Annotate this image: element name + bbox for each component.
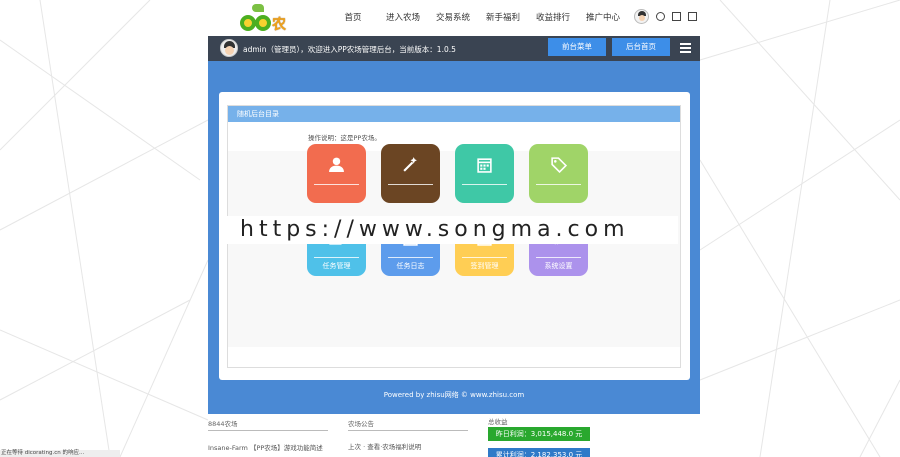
logout-icon[interactable]	[688, 12, 697, 21]
tile-divider	[536, 184, 581, 185]
total-profit-badge[interactable]: 累计利润：2,182,353.0 元	[488, 448, 590, 457]
nav-links: 首页 进入农场 交易系统 新手福利 收益排行 推广中心	[328, 11, 628, 23]
nav-link-ranking[interactable]: 收益排行	[528, 11, 578, 23]
logo[interactable]: 农场	[238, 4, 298, 53]
logo-ring-icon	[240, 15, 256, 31]
backend-home-button[interactable]: 后台首页	[612, 38, 670, 56]
powered-by-footer: Powered by zhisu网络 © www.zhisu.com	[383, 391, 525, 399]
tile-divider	[462, 257, 507, 258]
logo-ring-icon	[255, 15, 271, 31]
user-icon	[329, 157, 344, 172]
divider	[208, 430, 328, 431]
admin-avatar-icon	[220, 39, 238, 57]
browser-status-bar: 正在等待 dicorating.cn 的响应...	[0, 450, 120, 457]
tile-divider	[314, 184, 359, 185]
magic-wand-icon	[403, 157, 417, 172]
nav-link-promotion[interactable]: 推广中心	[578, 11, 628, 23]
card-note: 操作说明：这是PP农场。	[308, 134, 381, 142]
calendar-icon	[477, 158, 492, 173]
welcome-text: admin（管理员），欢迎进入PP农场管理后台，当前版本：1.0.5	[243, 45, 456, 54]
tile-divider	[388, 257, 433, 258]
nav-link-trade[interactable]: 交易系统	[428, 11, 478, 23]
tile-divider	[462, 184, 507, 185]
tile-calendar[interactable]	[455, 144, 514, 203]
yesterday-profit-badge[interactable]: 昨日利润：3,015,448.0 元	[488, 427, 590, 441]
tile-user[interactable]	[307, 144, 366, 203]
col2-text[interactable]: 上次 · 查看·农场福利说明	[348, 441, 421, 451]
tile-divider	[388, 184, 433, 185]
col1-title: 8844农场	[208, 420, 238, 428]
hamburger-menu-icon[interactable]	[680, 43, 691, 53]
leaf-icon	[252, 4, 264, 12]
watermark-text: https://www.songma.com	[226, 216, 678, 244]
nav-link-enter-farm[interactable]: 进入农场	[378, 11, 428, 23]
col1-text[interactable]: Insane-Farm 【PP农场】游戏功能简述	[208, 442, 323, 452]
notification-icon[interactable]	[656, 12, 665, 21]
message-icon[interactable]	[672, 12, 681, 21]
top-navigation: 农场 首页 进入农场 交易系统 新手福利 收益排行 推广中心	[208, 0, 700, 53]
nav-icons	[634, 9, 697, 24]
tile-label: 签到管理	[470, 262, 499, 270]
col3-title: 总收益	[488, 418, 508, 426]
tag-icon	[551, 157, 567, 173]
panel-header: admin（管理员），欢迎进入PP农场管理后台，当前版本：1.0.5 前台菜单 …	[208, 36, 700, 61]
user-avatar-icon[interactable]	[634, 9, 649, 24]
tile-tag[interactable]	[529, 144, 588, 203]
tile-divider	[314, 257, 359, 258]
card-title: 随机后台目录	[228, 106, 680, 122]
tiles-area: 任务管理 任务日志 签到管理 系统设置	[228, 144, 680, 347]
tile-label: 任务日志	[396, 262, 425, 270]
tile-label: 任务管理	[322, 262, 351, 270]
tile-divider	[536, 257, 581, 258]
divider	[348, 430, 468, 431]
tile-magic[interactable]	[381, 144, 440, 203]
tile-label: 系统设置	[544, 262, 573, 270]
nav-link-newbie[interactable]: 新手福利	[478, 11, 528, 23]
nav-link-home[interactable]: 首页	[328, 11, 378, 23]
bottom-info: 8844农场 Insane-Farm 【PP农场】游戏功能简述 农场公告 上次 …	[0, 414, 900, 457]
frontend-menu-button[interactable]: 前台菜单	[548, 38, 606, 56]
col2-title: 农场公告	[348, 420, 374, 428]
